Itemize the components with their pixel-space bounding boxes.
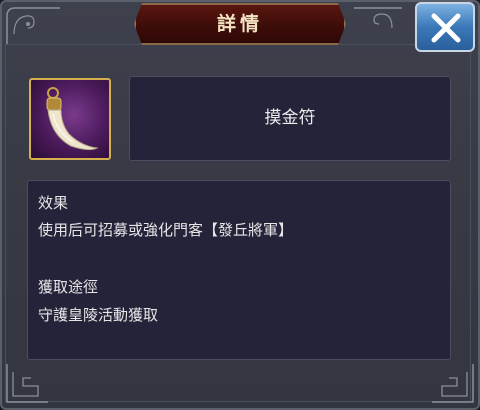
corner-ornament-top-right (354, 7, 402, 29)
item-name: 摸金符 (264, 108, 316, 128)
dialog-title: 詳情 (216, 13, 263, 35)
item-icon-frame (29, 78, 111, 160)
tooth-amulet-icon (46, 87, 99, 151)
source-heading: 獲取途徑 (38, 278, 99, 296)
effect-heading: 效果 (38, 194, 69, 212)
item-description-box (27, 180, 451, 360)
close-x-icon (431, 13, 461, 43)
effect-text: 使用后可招募或強化門客【發丘將軍】 (38, 221, 294, 239)
corner-ornament-bottom-right (432, 364, 474, 403)
corner-ornament-top-left (6, 7, 60, 44)
corner-ornament-bottom-left (6, 364, 48, 403)
source-text: 守護皇陵活動獲取 (38, 306, 159, 324)
close-button[interactable] (415, 2, 475, 52)
